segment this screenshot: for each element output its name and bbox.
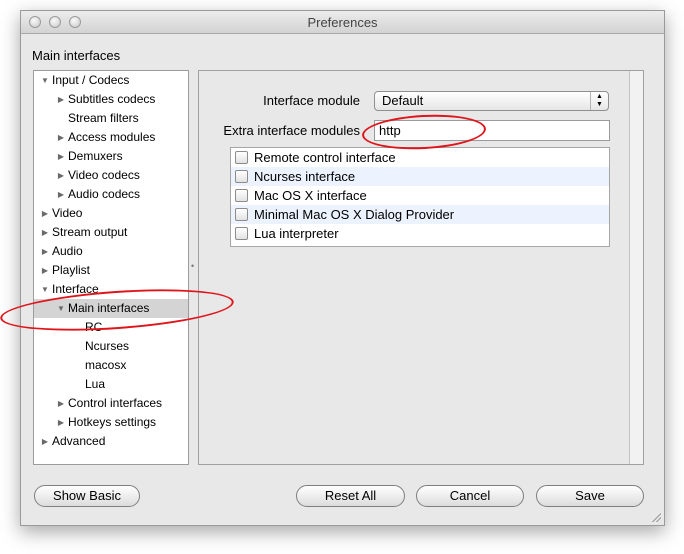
tree-item[interactable]: macosx: [34, 356, 188, 375]
module-label: Ncurses interface: [254, 169, 356, 184]
tree-item[interactable]: ▶ Audio: [34, 242, 188, 261]
tree-item-label: Playlist: [52, 263, 91, 277]
triangle-down-icon[interactable]: ▼: [40, 71, 50, 90]
tree-item-label: Subtitles codecs: [68, 92, 156, 106]
preferences-tree[interactable]: ▼ Input / Codecs ▶ Subtitles codecs Stream f…: [33, 70, 189, 465]
tree-item-label: Access modules: [68, 130, 156, 144]
save-button[interactable]: Save: [536, 485, 644, 507]
tree-item-label: Ncurses: [85, 339, 130, 353]
settings-panel: Interface module Default ▲ ▼ Extra interf…: [198, 70, 644, 465]
panel-scrollbar[interactable]: [629, 71, 643, 464]
triangle-right-icon[interactable]: ▶: [40, 242, 50, 261]
list-item: Lua interpreter: [231, 224, 609, 243]
triangle-right-icon[interactable]: ▶: [40, 223, 50, 242]
module-checkbox[interactable]: [235, 151, 248, 164]
triangle-right-icon[interactable]: ▶: [40, 432, 50, 451]
preferences-window: Preferences Main interfaces ▼ Input / Cod…: [20, 10, 665, 526]
tree-item-label: Video: [52, 206, 83, 220]
tree-item-label: Control interfaces: [68, 396, 163, 410]
module-checkbox[interactable]: [235, 170, 248, 183]
interface-module-select[interactable]: Default ▲ ▼: [374, 91, 609, 111]
tree-item[interactable]: ▼ Interface: [34, 280, 188, 299]
triangle-right-icon[interactable]: ▶: [40, 204, 50, 223]
tree-item-label: Hotkeys settings: [68, 415, 157, 429]
modules-list: Remote control interface Ncurses interfac…: [230, 147, 610, 247]
tree-item-label: Input / Codecs: [52, 73, 130, 87]
extra-modules-input[interactable]: http: [374, 120, 610, 141]
tree-item[interactable]: Stream filters: [34, 109, 188, 128]
tree-item[interactable]: ▶ Hotkeys settings: [34, 413, 188, 432]
tree-item[interactable]: ▶ Playlist: [34, 261, 188, 280]
module-label: Mac OS X interface: [254, 188, 367, 203]
tree-item[interactable]: ▶ Advanced: [34, 432, 188, 451]
window-title: Preferences: [307, 15, 378, 30]
tree-item-label: Demuxers: [68, 149, 123, 163]
tree-item-label: RC: [85, 320, 103, 334]
triangle-right-icon[interactable]: ▶: [56, 166, 66, 185]
module-label: Lua interpreter: [254, 226, 339, 241]
tree-item[interactable]: ▼ Input / Codecs: [34, 71, 188, 90]
tree-item-label: Video codecs: [68, 168, 140, 182]
tree-item-label: Stream output: [52, 225, 128, 239]
show-basic-button[interactable]: Show Basic: [34, 485, 140, 507]
section-title: Main interfaces: [32, 48, 121, 63]
triangle-right-icon[interactable]: ▶: [56, 128, 66, 147]
tree-item-label: Audio: [52, 244, 83, 258]
tree-item-label: Stream filters: [68, 111, 139, 125]
tree-item[interactable]: ▶ Audio codecs: [34, 185, 188, 204]
tree-item[interactable]: ▶ Control interfaces: [34, 394, 188, 413]
tree-item[interactable]: ▼ Main interfaces: [34, 299, 188, 318]
tree-item-label: Main interfaces: [68, 301, 150, 315]
triangle-right-icon[interactable]: ▶: [56, 147, 66, 166]
triangle-right-icon[interactable]: ▶: [56, 90, 66, 109]
triangle-down-icon[interactable]: ▼: [40, 280, 50, 299]
module-checkbox[interactable]: [235, 208, 248, 221]
tree-item[interactable]: ▶ Video codecs: [34, 166, 188, 185]
tree-item[interactable]: RC: [34, 318, 188, 337]
tree-item[interactable]: Lua: [34, 375, 188, 394]
tree-item-label: Advanced: [52, 434, 106, 448]
tree-item-label: Interface: [52, 282, 99, 296]
title-bar[interactable]: Preferences: [21, 11, 664, 34]
interface-module-label: Interface module: [263, 93, 360, 108]
tree-item[interactable]: ▶ Demuxers: [34, 147, 188, 166]
reset-all-button[interactable]: Reset All: [296, 485, 405, 507]
triangle-right-icon[interactable]: ▶: [56, 394, 66, 413]
list-item: Mac OS X interface: [231, 186, 609, 205]
triangle-down-icon[interactable]: ▼: [56, 299, 66, 318]
cancel-button[interactable]: Cancel: [416, 485, 524, 507]
tree-item[interactable]: ▶ Subtitles codecs: [34, 90, 188, 109]
triangle-right-icon[interactable]: ▶: [40, 261, 50, 280]
tree-item[interactable]: ▶ Stream output: [34, 223, 188, 242]
tree-item-label: macosx: [85, 358, 127, 372]
tree-item[interactable]: Ncurses: [34, 337, 188, 356]
triangle-right-icon[interactable]: ▶: [56, 185, 66, 204]
tree-item-label: Audio codecs: [68, 187, 141, 201]
module-label: Minimal Mac OS X Dialog Provider: [254, 207, 455, 222]
module-checkbox[interactable]: [235, 189, 248, 202]
triangle-right-icon[interactable]: ▶: [56, 413, 66, 432]
resize-grip-icon[interactable]: [651, 512, 661, 522]
tree-item[interactable]: ▶ Access modules: [34, 128, 188, 147]
list-item: Minimal Mac OS X Dialog Provider: [231, 205, 609, 224]
tree-item-label: Lua: [85, 377, 106, 391]
module-label: Remote control interface: [254, 150, 396, 165]
interface-module-value: Default: [382, 93, 424, 108]
splitter-handle[interactable]: •: [191, 261, 194, 271]
extra-modules-label: Extra interface modules: [223, 123, 360, 138]
list-item: Ncurses interface: [231, 167, 609, 186]
select-arrows-icon: ▲ ▼: [590, 92, 608, 110]
tree-item[interactable]: ▶ Video: [34, 204, 188, 223]
list-item: Remote control interface: [231, 148, 609, 167]
module-checkbox[interactable]: [235, 227, 248, 240]
